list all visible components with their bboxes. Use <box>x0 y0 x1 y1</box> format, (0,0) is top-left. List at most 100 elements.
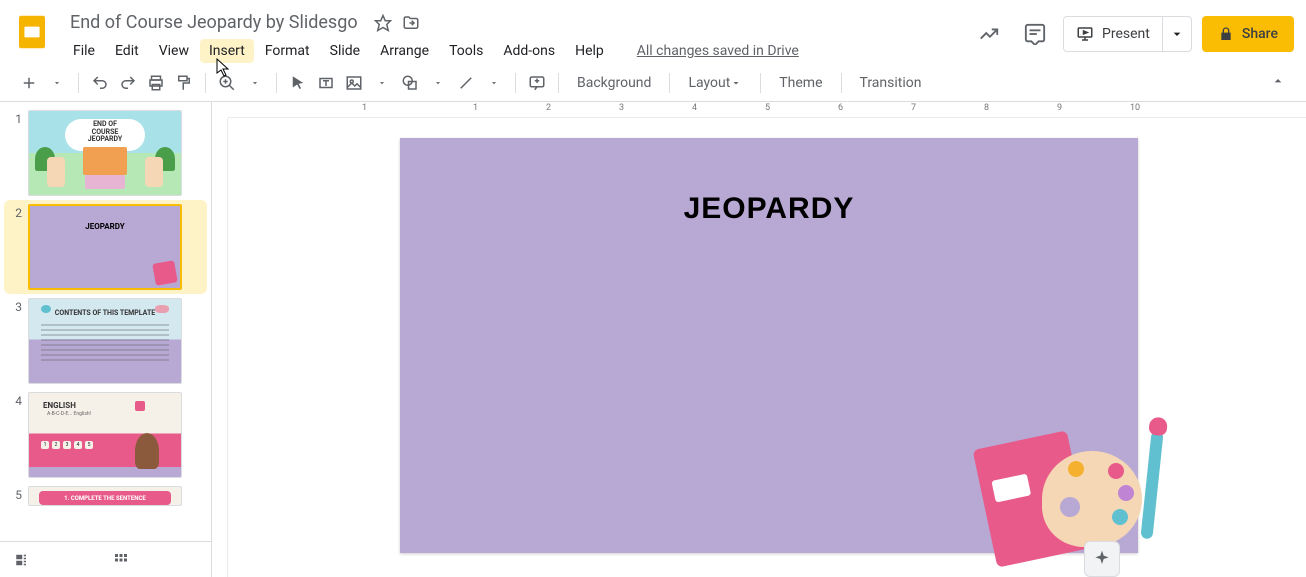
filmstrip[interactable]: 1 END OF COURSE JEOPARDY 2 JEOPARDY 3 CO… <box>0 102 212 577</box>
ruler-tick: 4 <box>692 103 697 113</box>
image-dropdown[interactable] <box>369 70 395 96</box>
slide-number: 3 <box>6 298 22 384</box>
vertical-ruler[interactable] <box>212 118 228 577</box>
layout-label: Layout <box>688 75 730 91</box>
filmstrip-view-icon[interactable] <box>14 551 32 569</box>
brush-icon <box>1140 431 1163 540</box>
menu-help[interactable]: Help <box>566 39 613 63</box>
separator <box>78 73 79 93</box>
canvas-area: 1 1 2 3 4 5 6 7 8 9 10 JEOPARDY <box>212 102 1306 577</box>
thumb-title: END OF COURSE JEOPARDY <box>29 121 181 144</box>
slide-thumb-1[interactable]: 1 END OF COURSE JEOPARDY <box>4 106 207 200</box>
ruler-tick: 6 <box>838 103 843 113</box>
activity-icon[interactable] <box>971 16 1007 52</box>
slide-thumb-5[interactable]: 5 1. COMPLETE THE SENTENCE <box>4 482 207 510</box>
star-icon[interactable] <box>374 14 392 32</box>
shape-tool[interactable] <box>397 70 423 96</box>
slide-thumb-4[interactable]: 4 ENGLISH A-B-C-D-E... English! 12345 <box>4 388 207 482</box>
separator <box>558 73 559 93</box>
present-dropdown[interactable] <box>1162 17 1191 51</box>
slide-preview[interactable]: END OF COURSE JEOPARDY <box>28 110 182 196</box>
transition-button[interactable]: Transition <box>850 71 932 95</box>
new-slide-button[interactable] <box>16 70 42 96</box>
menu-file[interactable]: File <box>64 39 104 63</box>
comments-icon[interactable] <box>1017 16 1053 52</box>
share-button[interactable]: Share <box>1202 16 1294 52</box>
ruler-tick: 1 <box>362 103 367 113</box>
menu-format[interactable]: Format <box>256 39 319 63</box>
chevron-down-icon <box>1169 26 1185 42</box>
menu-edit[interactable]: Edit <box>106 39 148 63</box>
background-button[interactable]: Background <box>567 71 661 95</box>
slide-number: 4 <box>6 392 22 478</box>
ruler-tick: 7 <box>911 103 916 113</box>
shape-dropdown[interactable] <box>425 70 451 96</box>
app-header: End of Course Jeopardy by Slidesgo File … <box>0 0 1306 64</box>
paint-format-button[interactable] <box>171 70 197 96</box>
menu-tools[interactable]: Tools <box>440 39 492 63</box>
slide-number: 2 <box>6 204 22 290</box>
slide-number: 1 <box>6 110 22 196</box>
slide-thumb-2[interactable]: 2 JEOPARDY <box>4 200 207 294</box>
menu-insert[interactable]: Insert <box>200 39 254 63</box>
menu-arrange[interactable]: Arrange <box>371 39 438 63</box>
image-tool[interactable] <box>341 70 367 96</box>
new-slide-dropdown[interactable] <box>44 70 70 96</box>
explore-button[interactable] <box>1084 541 1120 577</box>
undo-button[interactable] <box>87 70 113 96</box>
move-to-folder-icon[interactable] <box>402 14 420 32</box>
collapse-toolbar-button[interactable] <box>1266 69 1290 97</box>
thumb-title: CONTENTS OF THIS TEMPLATE <box>29 309 181 317</box>
redo-button[interactable] <box>115 70 141 96</box>
menu-bar: File Edit View Insert Format Slide Arran… <box>64 37 971 65</box>
cursor-icon <box>214 58 232 83</box>
palette-icon <box>1042 451 1142 547</box>
save-status[interactable]: All changes saved in Drive <box>627 39 809 63</box>
slide-preview[interactable]: CONTENTS OF THIS TEMPLATE <box>28 298 182 384</box>
ruler-tick: 1 <box>473 103 478 113</box>
slides-logo[interactable] <box>12 12 52 52</box>
line-dropdown[interactable] <box>481 70 507 96</box>
present-label: Present <box>1102 26 1150 42</box>
separator <box>841 73 842 93</box>
ruler-tick: 5 <box>765 103 770 113</box>
present-button[interactable]: Present <box>1063 16 1192 52</box>
slide-preview[interactable]: 1. COMPLETE THE SENTENCE <box>28 486 182 506</box>
slide-title-text[interactable]: JEOPARDY <box>400 192 1138 226</box>
title-area: End of Course Jeopardy by Slidesgo File … <box>64 8 971 65</box>
menu-addons[interactable]: Add-ons <box>494 39 564 63</box>
document-title[interactable]: End of Course Jeopardy by Slidesgo <box>64 10 364 35</box>
menu-slide[interactable]: Slide <box>321 39 369 63</box>
thumb-title: JEOPARDY <box>30 222 180 231</box>
present-icon <box>1076 25 1094 43</box>
thumb-title: 1. COMPLETE THE SENTENCE <box>64 495 146 502</box>
slide-number: 5 <box>6 486 22 506</box>
theme-button[interactable]: Theme <box>769 71 832 95</box>
layout-button[interactable]: Layout <box>678 71 752 95</box>
ruler-tick: 10 <box>1130 103 1140 113</box>
ruler-tick: 9 <box>1057 103 1062 113</box>
comment-tool[interactable] <box>524 70 550 96</box>
canvas-scroll[interactable]: JEOPARDY <box>228 118 1306 577</box>
slide-thumb-3[interactable]: 3 CONTENTS OF THIS TEMPLATE <box>4 294 207 388</box>
thumb-subtitle: A-B-C-D-E... English! <box>47 411 91 417</box>
lock-icon <box>1218 26 1234 42</box>
ruler-tick: 2 <box>546 103 551 113</box>
slide-decoration <box>984 411 1164 571</box>
grid-view-icon[interactable] <box>112 551 130 569</box>
menu-view[interactable]: View <box>150 39 198 63</box>
thumb-title: ENGLISH <box>43 401 76 410</box>
filmstrip-footer <box>0 541 211 577</box>
textbox-tool[interactable] <box>313 70 339 96</box>
slide-preview[interactable]: JEOPARDY <box>28 204 182 290</box>
separator <box>515 73 516 93</box>
line-tool[interactable] <box>453 70 479 96</box>
slide-canvas[interactable]: JEOPARDY <box>400 138 1138 553</box>
ruler-tick: 8 <box>984 103 989 113</box>
select-tool[interactable] <box>285 70 311 96</box>
print-button[interactable] <box>143 70 169 96</box>
zoom-dropdown[interactable] <box>242 70 268 96</box>
share-label: Share <box>1242 26 1278 42</box>
horizontal-ruler[interactable]: 1 1 2 3 4 5 6 7 8 9 10 <box>228 102 1306 118</box>
slide-preview[interactable]: ENGLISH A-B-C-D-E... English! 12345 <box>28 392 182 478</box>
